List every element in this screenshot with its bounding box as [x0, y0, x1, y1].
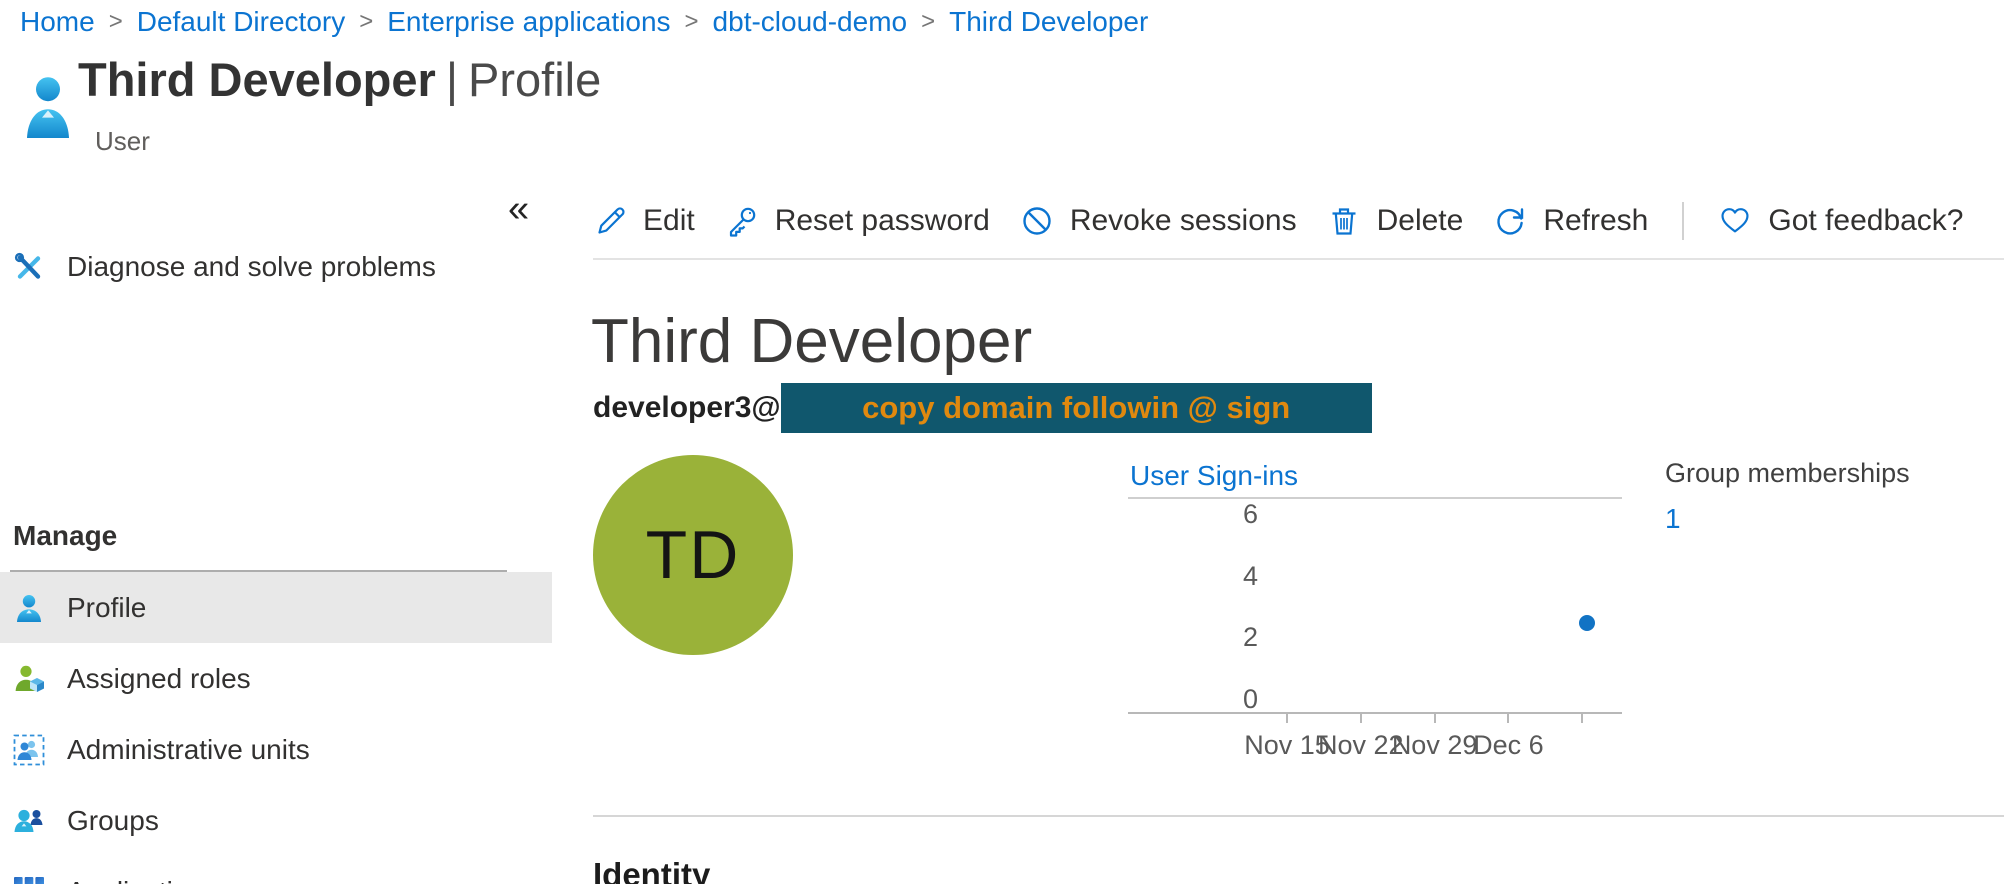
sidebar-item-groups[interactable]: Groups — [0, 785, 552, 856]
refresh-button[interactable]: Refresh — [1493, 204, 1648, 238]
sidebar-item-label: Profile — [67, 592, 146, 624]
applications-icon — [13, 876, 45, 884]
breadcrumb-separator: > — [359, 8, 373, 36]
breadcrumb-separator: > — [921, 8, 935, 36]
pencil-icon — [593, 204, 627, 238]
page-title-separator: | — [446, 53, 458, 106]
identity-section-heading: Identity — [593, 856, 710, 884]
group-memberships: Group memberships 1 — [1665, 458, 1910, 535]
chart-x-tick — [1581, 714, 1583, 723]
group-memberships-label: Group memberships — [1665, 458, 1910, 489]
block-icon — [1020, 204, 1054, 238]
user-display-name: Third Developer — [591, 306, 1032, 377]
breadcrumb-link[interactable]: Third Developer — [949, 6, 1148, 38]
upn-prefix: developer3@ — [593, 391, 781, 425]
toolbar-button-label: Delete — [1377, 204, 1464, 238]
group-memberships-count-link[interactable]: 1 — [1665, 503, 1910, 535]
sidebar-item-applications[interactable]: Applications — [0, 856, 552, 884]
page-title-name: Third Developer — [78, 53, 436, 106]
sidebar-top-items: Diagnose and solve problems — [0, 231, 552, 303]
breadcrumb-link[interactable]: Home — [20, 6, 95, 38]
trash-icon — [1327, 204, 1361, 238]
chart-y-tick-label: 4 — [1198, 561, 1258, 592]
groups-icon — [13, 805, 45, 837]
sidebar-item-administrative-units[interactable]: Administrative units — [0, 714, 552, 785]
diagnose-icon — [13, 251, 45, 283]
breadcrumb-separator: > — [685, 8, 699, 36]
delete-button[interactable]: Delete — [1327, 204, 1464, 238]
sidebar-item-label: Applications — [67, 876, 218, 884]
revoke-sessions-button[interactable]: Revoke sessions — [1020, 204, 1297, 238]
chart-x-tick — [1434, 714, 1436, 723]
edit-button[interactable]: Edit — [593, 204, 695, 238]
toolbar-button-label: Reset password — [775, 204, 990, 238]
breadcrumb-separator: > — [109, 8, 123, 36]
chart-x-tick-label: Dec 6 — [1458, 730, 1558, 761]
toolbar-separator — [1682, 202, 1684, 240]
chart-data-point — [1579, 615, 1595, 631]
page-title: Third Developer|Profile — [78, 52, 601, 107]
sidebar-item-label: Assigned roles — [67, 663, 251, 695]
toolbar-button-label: Edit — [643, 204, 695, 238]
sidebar-section-header: Manage — [13, 520, 117, 552]
got-feedback-button[interactable]: Got feedback? — [1718, 204, 1963, 238]
breadcrumb: Home > Default Directory > Enterprise applic… — [20, 6, 1148, 38]
sign-ins-chart: User Sign-ins 6420Nov 15Nov 22Nov 29Dec … — [1128, 460, 1624, 780]
object-type-label: User — [95, 126, 150, 157]
sidebar: « Diagnose and solve problems Manage Pro… — [0, 180, 560, 884]
breadcrumb-link[interactable]: dbt-cloud-demo — [713, 6, 908, 38]
chart-y-tick-label: 6 — [1198, 499, 1258, 530]
command-bar-divider — [593, 258, 2004, 260]
breadcrumb-link[interactable]: Enterprise applications — [387, 6, 670, 38]
user-principal-name-row: developer3@ copy domain followin @ sign — [593, 383, 1372, 433]
sidebar-item-label: Administrative units — [67, 734, 310, 766]
avatar: TD — [593, 455, 793, 655]
administrative-units-icon — [13, 734, 45, 766]
sidebar-item-profile[interactable]: Profile — [0, 572, 552, 643]
sidebar-item-label: Groups — [67, 805, 159, 837]
reset-password-button[interactable]: Reset password — [725, 204, 990, 238]
sidebar-item-label: Diagnose and solve problems — [67, 251, 436, 283]
sidebar-manage-list: Profile Assigned roles Administrative unit… — [0, 572, 552, 884]
command-bar: Edit Reset password Revoke sessions Delete R… — [593, 196, 1964, 246]
key-icon — [725, 204, 759, 238]
sign-ins-chart-title-link[interactable]: User Sign-ins — [1130, 460, 1298, 492]
chart-x-tick — [1286, 714, 1288, 723]
chart-y-tick-label: 2 — [1198, 622, 1258, 653]
page-title-section: Profile — [468, 53, 601, 106]
heart-icon — [1718, 204, 1752, 238]
chart-x-tick — [1507, 714, 1509, 723]
refresh-icon — [1493, 204, 1527, 238]
user-icon — [24, 74, 72, 145]
sidebar-item-diagnose-and-solve-problems[interactable]: Diagnose and solve problems — [0, 231, 552, 303]
avatar-initials: TD — [646, 516, 741, 594]
toolbar-button-label: Revoke sessions — [1070, 204, 1297, 238]
assigned-roles-icon — [13, 663, 45, 695]
profile-icon — [13, 592, 45, 624]
chart-y-tick-label: 0 — [1198, 684, 1258, 715]
redacted-domain-overlay: copy domain followin @ sign — [781, 383, 1372, 433]
identity-section-divider — [593, 815, 2004, 817]
breadcrumb-link[interactable]: Default Directory — [137, 6, 346, 38]
toolbar-button-label: Refresh — [1543, 204, 1648, 238]
chart-x-tick — [1360, 714, 1362, 723]
sidebar-item-assigned-roles[interactable]: Assigned roles — [0, 643, 552, 714]
azure-user-profile-page: Home > Default Directory > Enterprise applic… — [0, 0, 2004, 884]
collapse-menu-button[interactable]: « — [508, 190, 529, 228]
toolbar-button-label: Got feedback? — [1768, 204, 1963, 238]
